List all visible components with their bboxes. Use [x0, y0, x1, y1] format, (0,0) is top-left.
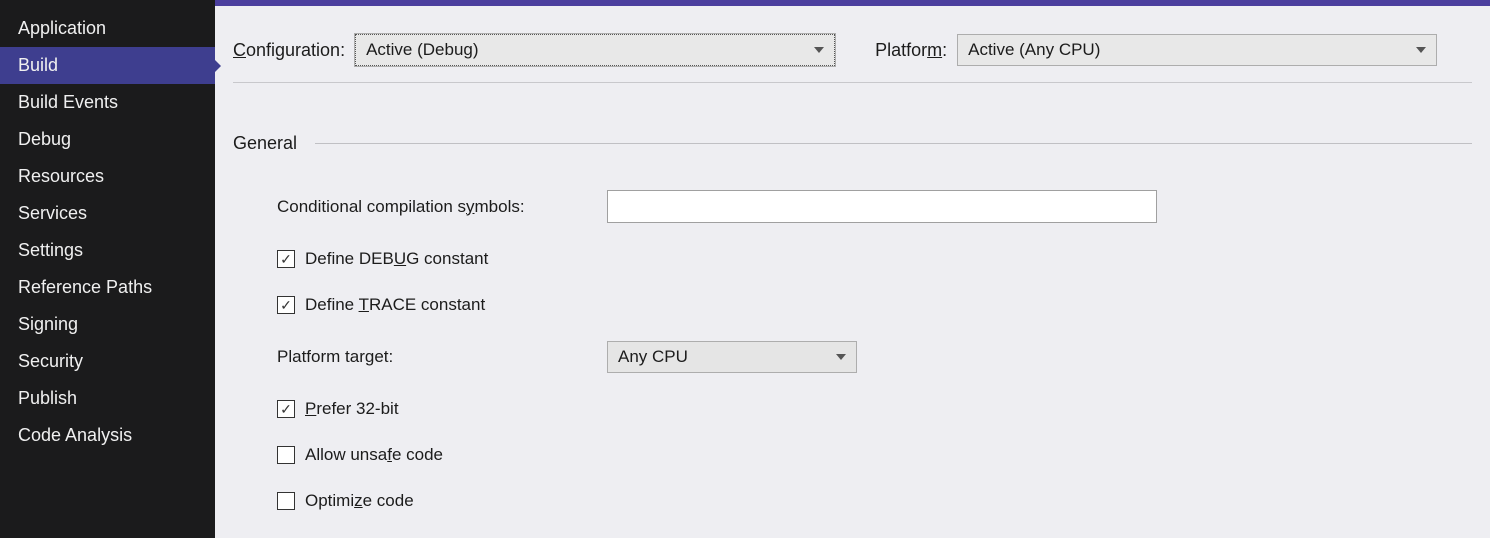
- platform-target-row: Platform target: Any CPU: [277, 341, 1472, 373]
- platform-target-label: Platform target:: [277, 347, 607, 367]
- sidebar: Application Build Build Events Debug Res…: [0, 0, 215, 538]
- chevron-down-icon: [814, 47, 824, 53]
- configuration-dropdown[interactable]: Active (Debug): [355, 34, 835, 66]
- section-title: General: [233, 133, 297, 154]
- main-panel: Configuration: Active (Debug) Platform: …: [215, 0, 1490, 538]
- platform-target-dropdown[interactable]: Any CPU: [607, 341, 857, 373]
- optimize-code-row[interactable]: Optimize code: [277, 491, 1472, 511]
- symbols-label: Conditional compilation symbols:: [277, 197, 607, 217]
- configuration-value: Active (Debug): [366, 40, 478, 60]
- define-trace-checkbox[interactable]: ✓: [277, 296, 295, 314]
- sidebar-item-application[interactable]: Application: [0, 10, 215, 47]
- allow-unsafe-row[interactable]: Allow unsafe code: [277, 445, 1472, 465]
- platform-value: Active (Any CPU): [968, 40, 1100, 60]
- sidebar-item-settings[interactable]: Settings: [0, 232, 215, 269]
- sidebar-item-publish[interactable]: Publish: [0, 380, 215, 417]
- sidebar-item-build-events[interactable]: Build Events: [0, 84, 215, 121]
- sidebar-item-security[interactable]: Security: [0, 343, 215, 380]
- sidebar-item-reference-paths[interactable]: Reference Paths: [0, 269, 215, 306]
- prefer-32bit-row[interactable]: ✓ Prefer 32-bit: [277, 399, 1472, 419]
- sidebar-item-code-analysis[interactable]: Code Analysis: [0, 417, 215, 454]
- platform-dropdown[interactable]: Active (Any CPU): [957, 34, 1437, 66]
- section-header: General: [233, 133, 1472, 154]
- chevron-down-icon: [836, 354, 846, 360]
- optimize-code-label: Optimize code: [305, 491, 414, 511]
- define-debug-label: Define DEBUG constant: [305, 249, 488, 269]
- platform-label: Platform:: [875, 40, 947, 61]
- general-section: General Conditional compilation symbols:…: [233, 133, 1472, 511]
- form-area: Conditional compilation symbols: ✓ Defin…: [233, 154, 1472, 511]
- prefer-32bit-label: Prefer 32-bit: [305, 399, 399, 419]
- chevron-down-icon: [1416, 47, 1426, 53]
- define-debug-checkbox[interactable]: ✓: [277, 250, 295, 268]
- platform-target-value: Any CPU: [618, 347, 688, 367]
- sidebar-item-build[interactable]: Build: [0, 47, 215, 84]
- section-divider: [315, 143, 1472, 144]
- config-bar: Configuration: Active (Debug) Platform: …: [233, 34, 1472, 83]
- optimize-code-checkbox[interactable]: [277, 492, 295, 510]
- allow-unsafe-label: Allow unsafe code: [305, 445, 443, 465]
- prefer-32bit-checkbox[interactable]: ✓: [277, 400, 295, 418]
- symbols-row: Conditional compilation symbols:: [277, 190, 1472, 223]
- symbols-input[interactable]: [607, 190, 1157, 223]
- sidebar-item-signing[interactable]: Signing: [0, 306, 215, 343]
- sidebar-item-resources[interactable]: Resources: [0, 158, 215, 195]
- define-trace-row[interactable]: ✓ Define TRACE constant: [277, 295, 1472, 315]
- sidebar-item-debug[interactable]: Debug: [0, 121, 215, 158]
- configuration-label: Configuration:: [233, 40, 345, 61]
- define-trace-label: Define TRACE constant: [305, 295, 485, 315]
- define-debug-row[interactable]: ✓ Define DEBUG constant: [277, 249, 1472, 269]
- sidebar-item-services[interactable]: Services: [0, 195, 215, 232]
- allow-unsafe-checkbox[interactable]: [277, 446, 295, 464]
